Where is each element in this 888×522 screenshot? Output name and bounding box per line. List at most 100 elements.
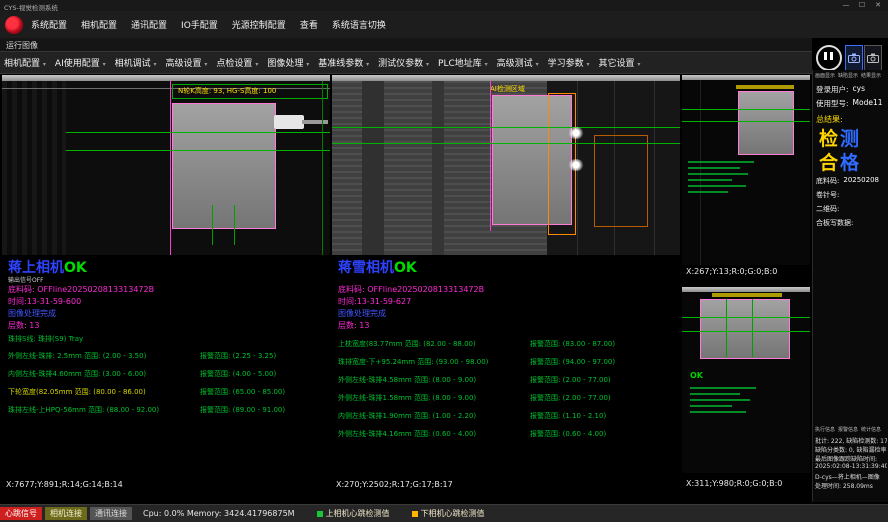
layer-count-line: 层数: 13 bbox=[338, 320, 369, 331]
green-guide-line bbox=[682, 317, 810, 318]
menu-bar: 系统配置 相机配置 通讯配置 IO手配置 光源控制配置 查看 系统语言切换 bbox=[0, 11, 888, 38]
micro-text bbox=[690, 387, 756, 389]
batch-code-label: 底料码: bbox=[816, 176, 839, 186]
tool-learn-params[interactable]: 学习参数 ▾ bbox=[548, 56, 590, 69]
micro-text bbox=[688, 173, 748, 175]
micro-text-yellow bbox=[736, 85, 794, 89]
tool-baseline-params[interactable]: 基准线参数 ▾ bbox=[318, 56, 369, 69]
measure-row: 外侧左线-珠排1.58mm 范围: (8.00 - 9.00)报警范围: (2.… bbox=[338, 393, 678, 403]
dropdown-arrow-icon: ▾ bbox=[426, 61, 429, 68]
menu-comm-config[interactable]: 通讯配置 bbox=[131, 18, 167, 31]
camera-view-1-button[interactable] bbox=[845, 45, 863, 71]
ai-zone-label: AI检测区域 bbox=[490, 84, 525, 94]
maximize-button[interactable]: ☐ bbox=[854, 0, 870, 11]
reflection-blob bbox=[568, 159, 584, 171]
green-guide-line bbox=[322, 81, 323, 255]
view-tab-defect[interactable]: 缺陷显示 bbox=[838, 72, 858, 79]
time-line: 时间:13-31-59-627 bbox=[338, 296, 411, 307]
process-status-line: 图像处理完成 bbox=[338, 308, 386, 319]
status-dot-icon bbox=[412, 511, 418, 517]
connector bbox=[274, 115, 304, 129]
pause-button[interactable] bbox=[816, 45, 842, 71]
stats-line: 缺陷分类数: 0, 缺陷漏检率: 0% bbox=[815, 445, 887, 454]
product-region bbox=[172, 103, 276, 229]
layer-count-line: 层数: 13 bbox=[8, 320, 39, 331]
tool-other-settings[interactable]: 其它设置 ▾ bbox=[598, 56, 640, 69]
toolbar: 相机配置 ▾ AI使用配置 ▾ 相机调试 ▾ 高级设置 ▾ 点检设置 ▾ 图像处… bbox=[0, 51, 812, 74]
tab-run-image[interactable]: 运行图像 bbox=[6, 40, 38, 51]
dropdown-arrow-icon: ▾ bbox=[637, 61, 640, 68]
close-button[interactable]: ✕ bbox=[870, 0, 886, 11]
measure-row: 内侧左线-珠排1.90mm 范围: (1.00 - 2.20)报警范围: (1.… bbox=[338, 411, 678, 421]
tool-ai-config[interactable]: AI使用配置 ▾ bbox=[55, 56, 106, 69]
board-write-label: 合板写数据: bbox=[816, 218, 853, 228]
tool-image-process[interactable]: 图像处理 ▾ bbox=[267, 56, 309, 69]
micro-text bbox=[688, 161, 754, 163]
product-region bbox=[738, 91, 794, 155]
tool-camera-debug[interactable]: 相机调试 ▾ bbox=[115, 56, 157, 69]
stats-tab-run[interactable]: 执行信息 bbox=[815, 426, 835, 433]
height-overlay-label: N轮K高度: 93, HG-S高度: 100 bbox=[178, 86, 276, 96]
camera2-panel: AI检测区域 蒋雪相机OK 底料码: OFFline20250208133134… bbox=[332, 75, 680, 491]
tool-camera-config[interactable]: 相机配置 ▾ bbox=[4, 56, 46, 69]
micro-text bbox=[690, 405, 732, 407]
batch-code-value: 20250208 bbox=[843, 176, 879, 186]
pause-icon bbox=[830, 52, 833, 60]
tool-spot-check[interactable]: 点检设置 ▾ bbox=[216, 56, 258, 69]
menu-io-config[interactable]: IO手配置 bbox=[181, 18, 218, 31]
measure-row: 外侧左线-珠排4.16mm 范围: (0.60 - 4.00)报警范围: (0.… bbox=[338, 429, 678, 439]
menu-system-config[interactable]: 系统配置 bbox=[31, 18, 67, 31]
menu-camera-config[interactable]: 相机配置 bbox=[81, 18, 117, 31]
preview2-image[interactable]: OK bbox=[682, 287, 810, 473]
app-window: CYS-视觉检测系统 — ☐ ✕ 系统配置 相机配置 通讯配置 IO手配置 光源… bbox=[0, 0, 888, 522]
view-tab-image[interactable]: 画面显示 bbox=[815, 72, 835, 79]
tool-plc-address[interactable]: PLC地址库 ▾ bbox=[438, 56, 488, 69]
barcode-line: 底料码: OFFline2025020813313472B bbox=[338, 284, 484, 295]
preview2-cursor-coords: X:311;Y:980;R:0;G:0;B:0 bbox=[686, 479, 782, 488]
view-tab-result[interactable]: 结果显示 bbox=[861, 72, 881, 79]
reel-number-label: 卷针号: bbox=[816, 190, 839, 200]
stats-tab-alarm[interactable]: 报警信息 bbox=[838, 426, 858, 433]
comm-connect-badge: 通讯连接 bbox=[90, 507, 132, 520]
menu-light-config[interactable]: 光源控制配置 bbox=[232, 18, 286, 31]
result-ok-badge: OK bbox=[64, 260, 87, 276]
tray-note-line: 珠排S线: 珠排(S9) Tray bbox=[8, 334, 83, 344]
pause-icon bbox=[824, 52, 827, 60]
green-guide-line bbox=[682, 121, 810, 122]
preview1-image[interactable] bbox=[682, 75, 810, 265]
qr-code-label: 二维码: bbox=[816, 204, 839, 214]
menu-view[interactable]: 查看 bbox=[300, 18, 318, 31]
tool-test-params[interactable]: 测试仪参数 ▾ bbox=[378, 56, 429, 69]
preview1-cursor-coords: X:267;Y:13;R:0;G:0;B:0 bbox=[686, 267, 777, 276]
heartbeat-badge: 心跳信号 bbox=[0, 507, 42, 520]
barcode-line: 底料码: OFFline2025020813313472B bbox=[8, 284, 154, 295]
cpu-memory-status: Cpu: 0.0% Memory: 3424.41796875M bbox=[143, 509, 295, 518]
dropdown-arrow-icon: ▾ bbox=[103, 61, 106, 68]
camera-view-2-button[interactable] bbox=[864, 45, 882, 71]
machine-top-strip bbox=[682, 287, 810, 292]
camera1-image[interactable]: N轮K高度: 93, HG-S高度: 100 bbox=[2, 75, 330, 255]
stats-line: 处理时间: 258.09ms bbox=[815, 481, 887, 490]
menu-language[interactable]: 系统语言切换 bbox=[332, 18, 386, 31]
stats-tab-stat[interactable]: 统计信息 bbox=[861, 426, 881, 433]
model-value[interactable]: Mode11 bbox=[853, 98, 883, 109]
measure-row: 珠排左线-上HPQ-56mm 范围: (88.00 - 92.00)报警范围: … bbox=[8, 405, 328, 415]
pink-guide-line bbox=[170, 81, 171, 255]
camera1-title: 蒋上相机OK bbox=[8, 257, 87, 277]
dropdown-arrow-icon: ▾ bbox=[204, 61, 207, 68]
minimize-button[interactable]: — bbox=[838, 0, 854, 11]
micro-text bbox=[688, 167, 740, 169]
user-value[interactable]: cys bbox=[853, 84, 865, 95]
micro-text bbox=[690, 393, 740, 395]
measure-row: 下轮宽度(82.05mm 范围: (80.00 - 86.00)报警范围: (6… bbox=[8, 387, 328, 397]
camera2-image[interactable]: AI检测区域 bbox=[332, 75, 680, 255]
upper-camera-heartbeat: 上相机心跳检测值 bbox=[317, 508, 390, 519]
status-bar: 心跳信号 相机连接 通讯连接 Cpu: 0.0% Memory: 3424.41… bbox=[0, 504, 888, 522]
camera1-results: 蒋上相机OK 输出信号OFF 底料码: OFFline2025020813313… bbox=[2, 255, 330, 479]
tool-advanced-settings[interactable]: 高级设置 ▾ bbox=[166, 56, 208, 69]
preview-column: X:267;Y:13;R:0;G:0;B:0 OK X:311;Y:980;R:… bbox=[682, 75, 810, 491]
green-guide-line bbox=[332, 127, 680, 128]
green-mark bbox=[752, 299, 753, 357]
machine-top-strip bbox=[682, 75, 810, 80]
tool-advanced-test[interactable]: 高级测试 ▾ bbox=[497, 56, 539, 69]
